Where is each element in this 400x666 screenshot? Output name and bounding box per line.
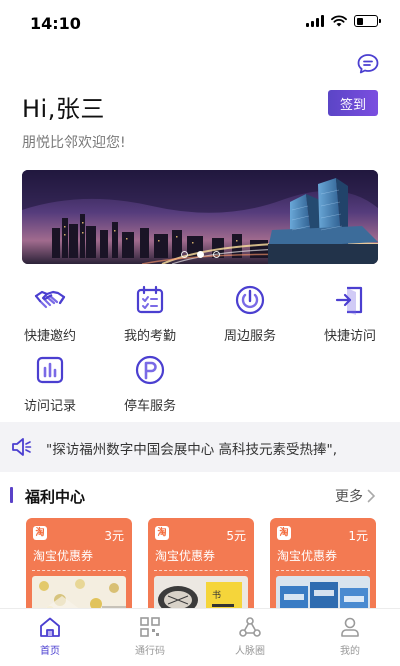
taobao-badge: 淘: [33, 526, 47, 540]
tab-label: 我的: [340, 646, 360, 657]
coupon-divider: [276, 570, 370, 571]
carousel-dot[interactable]: [180, 251, 188, 258]
taobao-badge: 淘: [155, 526, 169, 540]
bottom-tab-bar: 首页 通行码 人脉圈 我的: [0, 608, 400, 666]
tab-label: 人脉圈: [235, 646, 265, 657]
tab-pass-code[interactable]: 通行码: [100, 609, 200, 666]
coupon-divider: [154, 570, 248, 571]
quick-action-label: 我的考勤: [123, 329, 176, 344]
tab-label: 首页: [40, 646, 60, 657]
welfare-section-title: 福利中心: [25, 488, 86, 506]
wifi-icon: [331, 15, 347, 27]
coupon-price: 5元: [226, 529, 246, 543]
bar-chart-icon: [36, 356, 64, 384]
speaker-icon: [12, 438, 32, 456]
coupon-title: 淘宝优惠券: [155, 549, 216, 563]
tab-network[interactable]: 人脉圈: [200, 609, 300, 666]
coupon-card[interactable]: 淘 1元 淘宝优惠券: [270, 518, 376, 618]
battery-icon: [354, 15, 381, 27]
power-target-icon: [235, 285, 265, 315]
coupon-title: 淘宝优惠券: [277, 549, 338, 563]
notice-text: "探访福州数字中国会展中心 高科技元素受热捧",: [46, 442, 338, 458]
banner-carousel[interactable]: [22, 170, 378, 264]
coupon-card[interactable]: 淘 3元 淘宝优惠券: [26, 518, 132, 618]
enter-door-icon: [335, 286, 363, 315]
visit-records-button[interactable]: 访问记录: [5, 354, 95, 414]
coupon-divider: [32, 570, 126, 571]
nearby-services-button[interactable]: 周边服务: [205, 284, 295, 344]
network-icon: [239, 617, 261, 637]
checkin-button[interactable]: 签到: [328, 90, 378, 116]
message-icon[interactable]: [356, 52, 380, 76]
quick-invite-button[interactable]: 快捷邀约: [5, 284, 95, 344]
handshake-icon: [34, 290, 66, 309]
more-label: 更多: [335, 489, 363, 505]
carousel-dot[interactable]: [196, 251, 204, 258]
quick-action-label: 周边服务: [223, 329, 276, 344]
coupon-title: 淘宝优惠券: [33, 549, 94, 563]
user-icon: [341, 617, 359, 637]
section-accent-bar: [10, 487, 13, 503]
carousel-indicator[interactable]: [22, 251, 378, 258]
parking-icon: [135, 355, 165, 385]
chevron-right-icon: [367, 489, 376, 503]
svg-text:书: 书: [212, 590, 221, 601]
notice-bar[interactable]: "探访福州数字中国会展中心 高科技元素受热捧",: [0, 422, 400, 472]
status-time: 14:10: [30, 14, 81, 33]
quick-action-label: 快捷访问: [323, 329, 376, 344]
status-bar: 14:10: [0, 0, 400, 44]
parking-service-button[interactable]: 停车服务: [105, 354, 195, 414]
quick-action-label: 快捷邀约: [23, 329, 76, 344]
taobao-badge: 淘: [277, 526, 291, 540]
calendar-icon: [136, 285, 164, 314]
quick-access-button[interactable]: 快捷访问: [305, 284, 395, 344]
quick-action-label: 停车服务: [123, 399, 176, 414]
coupon-price: 3元: [104, 529, 124, 543]
status-icons: [306, 15, 381, 27]
battery-fill: [356, 17, 364, 25]
my-attendance-button[interactable]: 我的考勤: [105, 284, 195, 344]
home-icon: [40, 617, 60, 637]
qr-code-icon: [140, 617, 160, 637]
carousel-dot[interactable]: [212, 251, 220, 258]
city-skyline-image: [22, 170, 378, 264]
greeting-title: Hi,张三: [22, 95, 105, 123]
tab-me[interactable]: 我的: [300, 609, 400, 666]
more-link[interactable]: 更多: [335, 486, 376, 506]
tab-home[interactable]: 首页: [0, 609, 100, 666]
quick-action-label: 访问记录: [23, 399, 76, 414]
welcome-text: 朋悦比邻欢迎您!: [22, 135, 126, 151]
coupon-card[interactable]: 淘 5元 淘宝优惠券 书: [148, 518, 254, 618]
tab-label: 通行码: [135, 646, 165, 657]
coupon-price: 1元: [348, 529, 368, 543]
signal-icon: [306, 15, 324, 27]
